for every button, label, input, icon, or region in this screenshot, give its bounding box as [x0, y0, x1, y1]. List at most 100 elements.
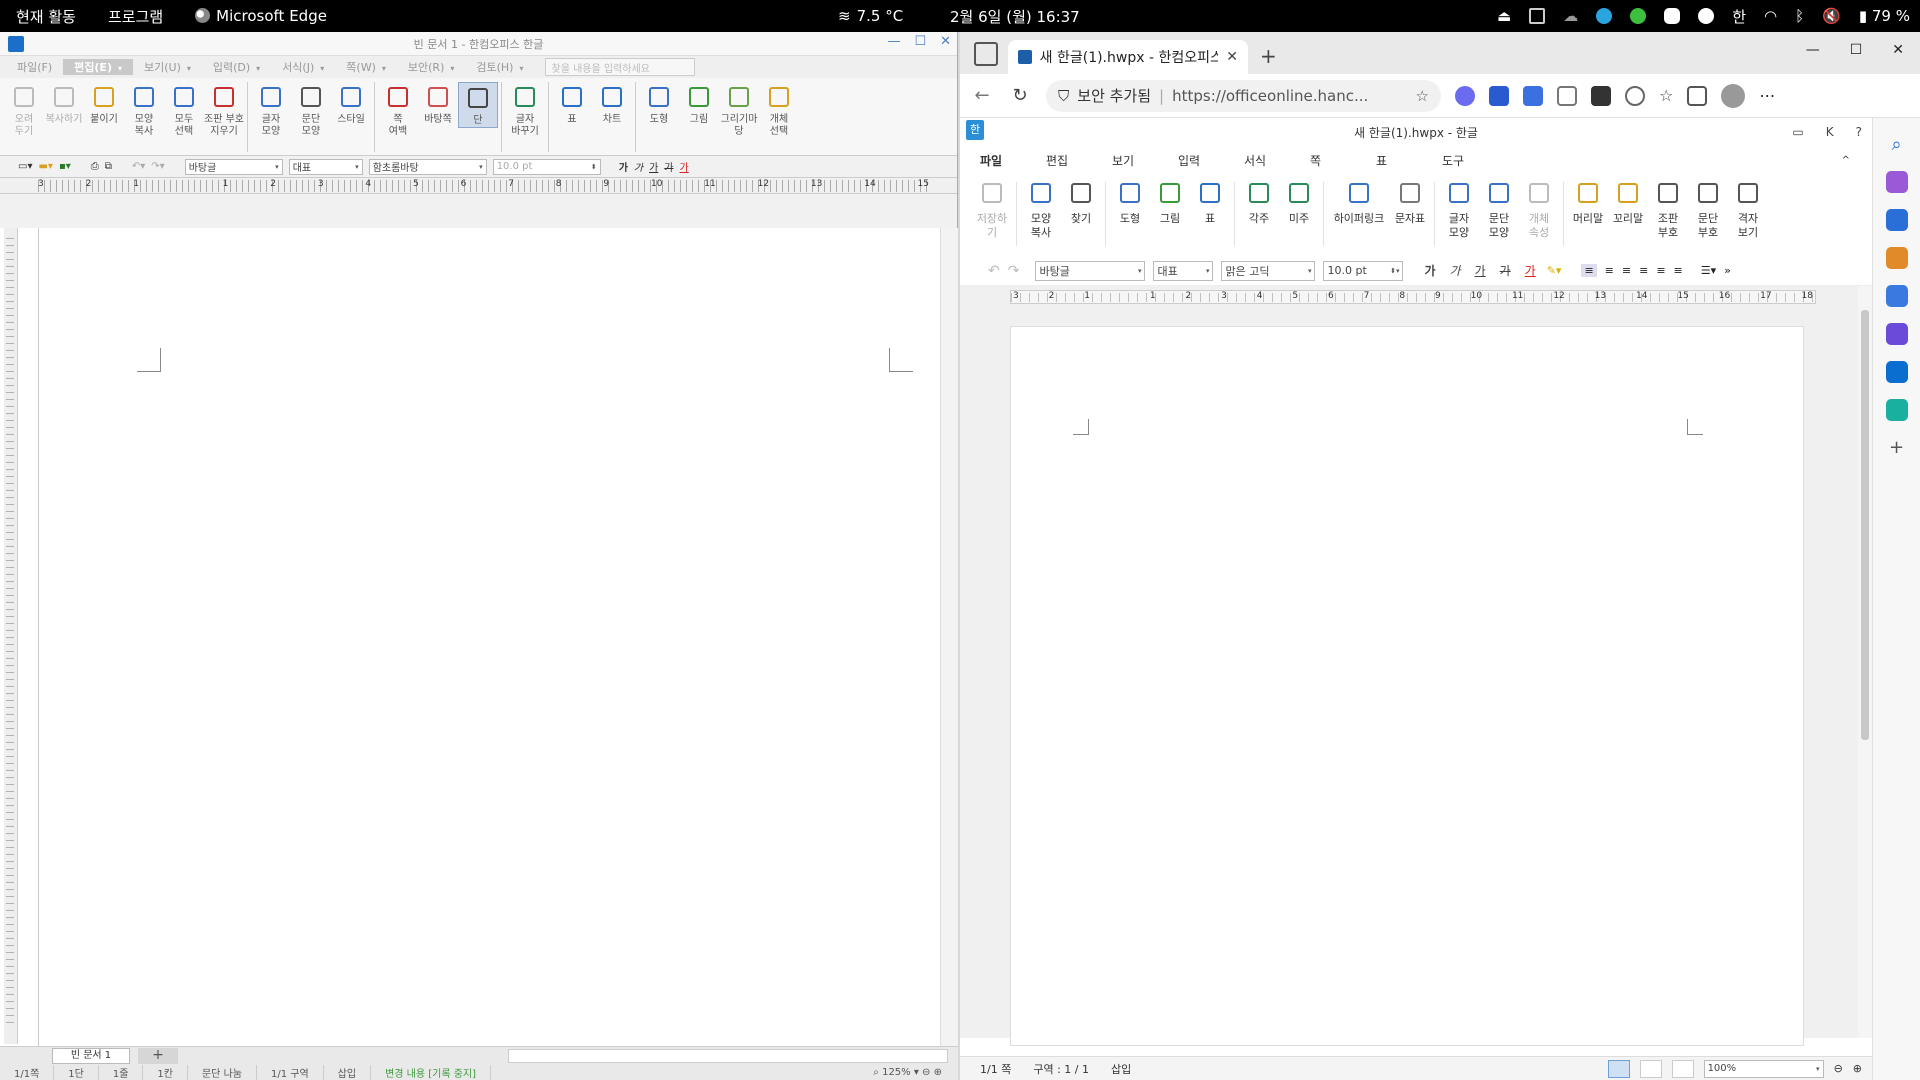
ribbon-button[interactable]: 복사하기	[44, 82, 84, 126]
save-icon[interactable]: ▪▾	[59, 161, 71, 172]
weather-indicator[interactable]: ≋ 7.5 °C	[838, 0, 903, 32]
list-icon[interactable]: ☰▾	[1701, 264, 1716, 277]
underline-button[interactable]: 가	[649, 159, 658, 174]
vertical-scrollbar[interactable]	[1858, 286, 1872, 1038]
bluetooth-icon[interactable]: ᛒ	[1795, 7, 1804, 25]
ribbon-button[interactable]: 모양 복사	[1021, 178, 1061, 240]
highlight-icon[interactable]: ✎▾	[1547, 264, 1562, 277]
preview-icon[interactable]: ⧉	[105, 161, 112, 172]
menu-tab[interactable]: 입력	[1178, 152, 1244, 169]
align-right-icon[interactable]: ≡	[1639, 264, 1648, 277]
menu-item[interactable]: 입력(D) ▾	[202, 59, 271, 75]
redo-icon[interactable]: ↷▾	[151, 161, 164, 172]
zoom-combo[interactable]: 100% ▾	[1703, 1059, 1824, 1078]
ime-indicator[interactable]: 한	[1732, 6, 1746, 27]
document-page[interactable]	[1010, 326, 1804, 1046]
style-combo[interactable]: 바탕글 ▾	[184, 158, 283, 175]
m365-icon[interactable]	[1885, 323, 1908, 345]
ribbon-button[interactable]: 그리기마당	[719, 82, 759, 138]
document-page[interactable]	[38, 228, 928, 1048]
font-color-button[interactable]: 가	[1522, 262, 1539, 279]
ribbon-button[interactable]: 문단 모양	[1479, 178, 1519, 240]
menu-item[interactable]: 서식(J) ▾	[271, 59, 335, 75]
extension-icon[interactable]	[1455, 85, 1475, 106]
ribbon-button[interactable]: 그림	[1150, 178, 1190, 226]
italic-button[interactable]: 가	[1447, 262, 1464, 279]
close-button[interactable]: ✕	[940, 34, 951, 49]
menu-item[interactable]: 검토(H) ▾	[465, 59, 534, 75]
shield-icon[interactable]: ⛉	[1058, 87, 1069, 105]
font-combo[interactable]: 맑은 고딕 ▾	[1221, 260, 1316, 281]
battery-indicator[interactable]: ▮ 79 %	[1859, 7, 1910, 25]
print-icon[interactable]: ⎙	[91, 161, 99, 172]
ribbon-button[interactable]: 조판 부호	[1648, 178, 1688, 240]
ribbon-button[interactable]: 미주	[1279, 178, 1319, 226]
menu-tab[interactable]: 보기	[1112, 152, 1178, 169]
web-view-button[interactable]	[1639, 1059, 1662, 1078]
new-doc-icon[interactable]: ▭▾	[18, 161, 32, 172]
bold-button[interactable]: 가	[1421, 262, 1438, 279]
ribbon-button[interactable]: 꼬리말	[1608, 178, 1648, 226]
zoom-out-icon[interactable]: ⊖	[1834, 1062, 1843, 1075]
cloud-icon[interactable]: ☁	[1563, 7, 1578, 25]
url-text[interactable]: https://officeonline.hanc...	[1172, 87, 1368, 105]
strike-button[interactable]: 가	[1497, 262, 1514, 279]
ribbon-button[interactable]: 글자 모양	[1439, 178, 1479, 240]
size-combo[interactable]: 10.0 pt ⬍▾	[1323, 260, 1404, 281]
ribbon-button[interactable]: 모양 복사	[124, 82, 164, 138]
strike-button[interactable]: 가	[664, 159, 673, 174]
ribbon-button[interactable]: 스타일	[331, 82, 371, 126]
add-sidebar-icon[interactable]: +	[1889, 437, 1904, 458]
ribbon-button[interactable]: 하이퍼링크	[1328, 178, 1390, 226]
close-button[interactable]: ✕	[1892, 42, 1904, 58]
ribbon-button[interactable]: 그림	[679, 82, 719, 126]
ribbon-button[interactable]: 글자 모양	[251, 82, 291, 138]
underline-button[interactable]: 가	[1472, 262, 1489, 279]
clock[interactable]: 2월 6일 (월) 16:37	[950, 0, 1080, 32]
scroll-thumb[interactable]	[1861, 310, 1869, 740]
browser-tab[interactable]: 새 한글(1).hwpx - 한컴오피스 ✕	[1008, 40, 1248, 74]
redo-icon[interactable]: ↷	[1008, 263, 1020, 279]
reader-icon[interactable]	[1557, 85, 1577, 106]
align-split-icon[interactable]: ≡	[1674, 264, 1683, 277]
minimize-button[interactable]: —	[887, 34, 900, 49]
ribbon-button[interactable]: 표	[552, 82, 592, 126]
align-left-icon[interactable]: ≡	[1605, 264, 1614, 277]
discord-icon[interactable]	[1664, 8, 1681, 24]
ribbon-button[interactable]: 조판 부호 지우기	[204, 82, 244, 138]
normal-view-button[interactable]	[1607, 1059, 1630, 1078]
ribbon-button[interactable]: 찾기	[1061, 178, 1101, 226]
undo-icon[interactable]: ↶	[988, 263, 1000, 279]
insert-mode[interactable]: 삽입	[1111, 1061, 1131, 1077]
extension-icon[interactable]	[1489, 85, 1509, 106]
ribbon-button[interactable]: 각주	[1239, 178, 1279, 226]
menu-tab[interactable]: 도구	[1442, 152, 1508, 169]
ribbon-button[interactable]: 단	[458, 82, 498, 128]
copilot-icon[interactable]	[1885, 171, 1908, 193]
ribbon-button[interactable]: 글자 바꾸기	[505, 82, 545, 138]
ribbon-button[interactable]: 문단 모양	[291, 82, 331, 138]
collapse-ribbon-icon[interactable]: ^	[1842, 155, 1850, 166]
drop-icon[interactable]	[1885, 399, 1908, 421]
new-tab-button[interactable]: +	[1260, 44, 1277, 68]
align-justify-icon[interactable]: ≡	[1581, 264, 1597, 277]
steam-icon[interactable]	[1698, 8, 1715, 24]
lang-combo[interactable]: 대표 ▾	[288, 158, 363, 175]
ribbon-button[interactable]: 붙이기	[84, 82, 124, 126]
wifi-icon[interactable]: ◠	[1764, 7, 1777, 25]
add-doc-tab-button[interactable]: +	[138, 1047, 178, 1064]
vertical-ruler[interactable]	[4, 228, 18, 1044]
eject-icon[interactable]: ⏏	[1497, 7, 1511, 25]
horizontal-scrollbar[interactable]	[508, 1048, 948, 1063]
menu-tab[interactable]: 서식	[1244, 152, 1310, 169]
ribbon-button[interactable]: 저장하기	[972, 178, 1012, 240]
ribbon-button[interactable]: 오려 두기	[4, 82, 44, 138]
horizontal-ruler[interactable]: 3 2 1 1 2 3 4 5 6 7 8 9 10 11 12 13 14 15	[0, 178, 957, 194]
doc-tab[interactable]: 빈 문서 1	[52, 1047, 130, 1064]
shopping-icon[interactable]	[1885, 209, 1908, 231]
tab-actions-icon[interactable]	[974, 42, 998, 66]
font-color-button[interactable]: 가	[680, 159, 689, 174]
align-center-icon[interactable]: ≡	[1622, 264, 1631, 277]
ribbon-button[interactable]: 격자 보기	[1728, 178, 1768, 240]
clipboard-icon[interactable]	[1529, 8, 1546, 24]
